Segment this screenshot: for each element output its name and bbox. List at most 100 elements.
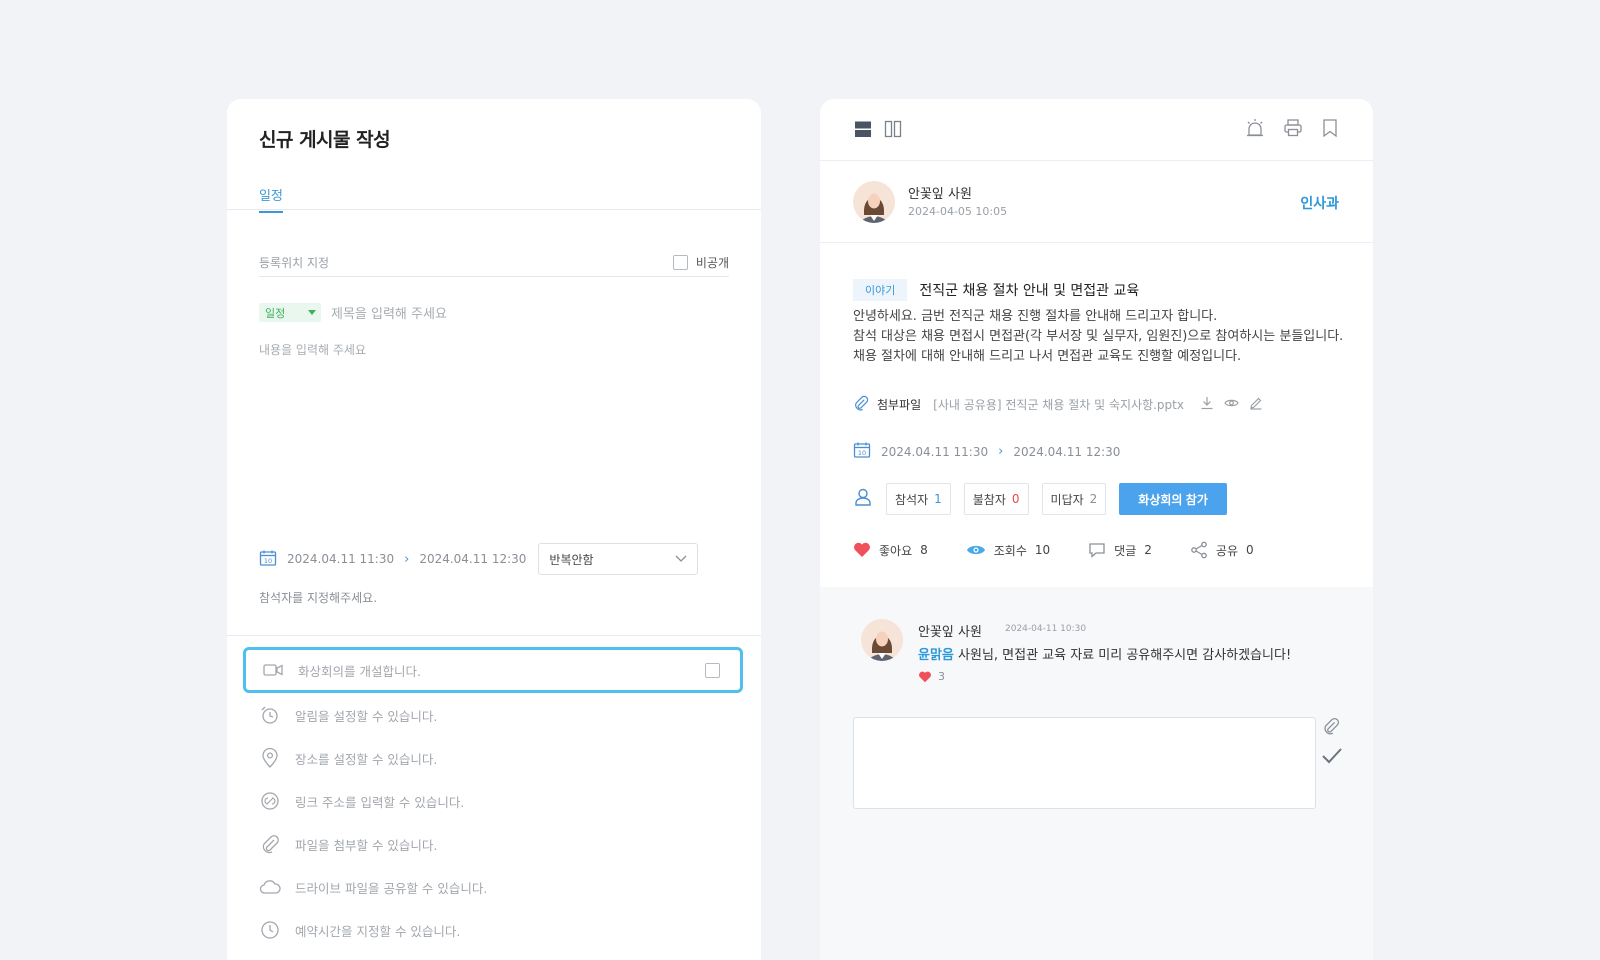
paperclip-icon [853,395,869,414]
drive-option[interactable]: 드라이브 파일을 공유할 수 있습니다. [259,870,729,904]
end-datetime[interactable]: 2024.04.11 12:30 [419,552,526,566]
person-icon [853,487,873,511]
post-body: 안녕하세요. 금번 전직군 채용 진행 절차를 안내해 드리고자 합니다. 참석… [853,307,1348,367]
post-header: 이야기 전직군 채용 절차 안내 및 면접관 교육 [853,279,1139,301]
comment-like-count: 3 [938,670,945,683]
comment-count: 2 [1144,543,1152,557]
attachment-file-name[interactable]: [사내 공유용] 전직군 채용 절차 및 숙지사항.pptx [933,396,1184,413]
list-view-icon[interactable] [854,120,872,142]
preview-eye-icon[interactable] [1224,396,1239,413]
comment-input[interactable] [853,717,1316,809]
private-checkbox[interactable] [672,255,688,270]
place-option[interactable]: 장소를 설정할 수 있습니다. [259,741,729,775]
content-input[interactable]: 내용을 입력해 주세요 [259,341,366,358]
author-name[interactable]: 안꽃잎 사원 [908,183,972,202]
join-video-conference-button[interactable]: 화상회의 참가 [1119,483,1227,515]
category-select[interactable]: 일정 [259,303,321,322]
file-option-label: 파일을 첨부할 수 있습니다. [295,837,438,853]
post-title: 전직군 채용 절차 안내 및 면접관 교육 [919,283,1140,299]
chevron-right-icon: › [998,444,1004,459]
comments-section: 안꽃잎 사원 2024-04-11 10:30 윤맑음 사원님, 면접관 교육 … [820,587,1373,960]
link-option-label: 링크 주소를 입력할 수 있습니다. [295,794,465,810]
post-category-tag: 이야기 [853,279,908,301]
svg-text:10: 10 [858,449,866,457]
pending-chip[interactable]: 미답자 2 [1041,483,1107,515]
post-editor-panel: 신규 게시물 작성 일정 등록위치 지정 비공개 일정 제목을 입력해 주세요 … [227,99,761,960]
title-row: 일정 제목을 입력해 주세요 [259,303,447,322]
share-icon [1191,541,1207,559]
split-view-icon[interactable] [884,120,902,142]
category-label: 일정 [265,306,286,320]
download-icon[interactable] [1200,396,1214,413]
attachment-row: 첨부파일 [사내 공유용] 전직군 채용 절차 및 숙지사항.pptx [853,395,1263,414]
clock-icon [259,919,281,941]
alarm-option-label: 알림을 설정할 수 있습니다. [295,708,438,724]
edit-pencil-icon[interactable] [1249,396,1263,413]
comment-label: 댓글 [1114,543,1137,558]
calendar-icon: 10 [853,441,871,462]
submit-check-icon[interactable] [1322,747,1342,769]
post-date: 2024-04-05 10:05 [908,205,1008,218]
comment-like[interactable]: 3 [918,670,945,683]
post-body-line: 안녕하세요. 금번 전직군 채용 진행 절차를 안내해 드리고자 합니다. [853,309,1218,324]
eye-icon [966,545,985,555]
schedule-date-row: 10 2024.04.11 11:30 › 2024.04.11 12:30 반… [259,543,699,575]
absentees-chip[interactable]: 불참자 0 [963,483,1029,515]
start-datetime[interactable]: 2024.04.11 11:30 [287,552,394,566]
department-label[interactable]: 인사과 [1300,193,1339,213]
title-input[interactable]: 제목을 입력해 주세요 [331,303,447,322]
comment-body: 사원님, 면접관 교육 자료 미리 공유해주시면 감사하겠습니다! [953,648,1292,663]
repeat-select[interactable]: 반복안함 [538,543,699,575]
location-placeholder: 등록위치 지정 [259,256,330,270]
share-stat[interactable]: 공유 0 [1190,541,1254,559]
private-label: 비공개 [695,256,729,270]
video-conference-option[interactable]: 화상회의를 개설합니다. [243,647,743,693]
like-stat[interactable]: 좋아요 8 [853,542,928,559]
comment-tools [1322,717,1342,769]
bookmark-icon[interactable] [1321,118,1339,142]
calendar-icon[interactable]: 10 [259,549,277,570]
attendee-field[interactable]: 참석자를 지정해주세요. [259,589,377,606]
link-option[interactable]: 링크 주소를 입력할 수 있습니다. [259,784,729,818]
avatar[interactable] [853,181,895,223]
commenter-name[interactable]: 안꽃잎 사원 [918,621,982,640]
location-selector[interactable]: 등록위치 지정 비공개 [259,249,729,277]
alert-icon[interactable] [1245,118,1265,142]
post-schedule-row: 10 2024.04.11 11:30 › 2024.04.11 12:30 [853,441,1120,462]
video-checkbox[interactable] [705,662,720,678]
comment-text: 윤맑음 사원님, 면접관 교육 자료 미리 공유해주시면 감사하겠습니다! [918,644,1291,663]
attachment-label: 첨부파일 [877,398,922,412]
file-option[interactable]: 파일을 첨부할 수 있습니다. [259,827,729,861]
print-icon[interactable] [1283,118,1303,142]
alarm-option[interactable]: 알림을 설정할 수 있습니다. [259,698,729,732]
paperclip-icon[interactable] [1322,717,1342,739]
paperclip-icon [259,833,281,855]
heart-icon [854,542,870,557]
view-label: 조회수 [993,543,1027,558]
location-pin-icon [259,747,281,769]
comment-mention[interactable]: 윤맑음 [918,648,954,663]
commenter-avatar[interactable] [861,619,903,661]
attendees-chip[interactable]: 참석자 1 [886,483,951,515]
pending-label: 미답자 [1050,492,1084,507]
view-stat: 조회수 10 [966,542,1050,559]
chevron-right-icon: › [404,551,410,567]
comment-stat[interactable]: 댓글 2 [1088,542,1152,559]
absentees-label: 불참자 [972,492,1006,507]
absentees-count: 0 [1011,492,1020,506]
post-stats-row: 좋아요 8 조회수 10 댓글 2 공유 0 [853,541,1292,559]
post-detail-panel: 안꽃잎 사원 2024-04-05 10:05 인사과 이야기 전직군 채용 절… [820,99,1373,960]
reserve-option[interactable]: 예약시간을 지정할 수 있습니다. [259,913,729,947]
caret-down-icon [308,310,316,315]
tab-divider [227,209,761,210]
post-body-line: 채용 절차에 대해 안내해 드리고 나서 면접관 교육도 진행할 예정입니다. [853,349,1242,364]
author-row: 안꽃잎 사원 2024-04-05 10:05 인사과 [820,161,1373,243]
reserve-option-label: 예약시간을 지정할 수 있습니다. [295,923,461,939]
private-toggle[interactable]: 비공개 [672,254,729,271]
post-start-datetime: 2024.04.11 11:30 [881,444,989,459]
view-count: 10 [1034,543,1051,557]
like-label: 좋아요 [879,543,913,558]
chevron-down-icon [675,555,687,562]
post-end-datetime: 2024.04.11 12:30 [1013,444,1121,459]
pending-count: 2 [1089,492,1098,506]
